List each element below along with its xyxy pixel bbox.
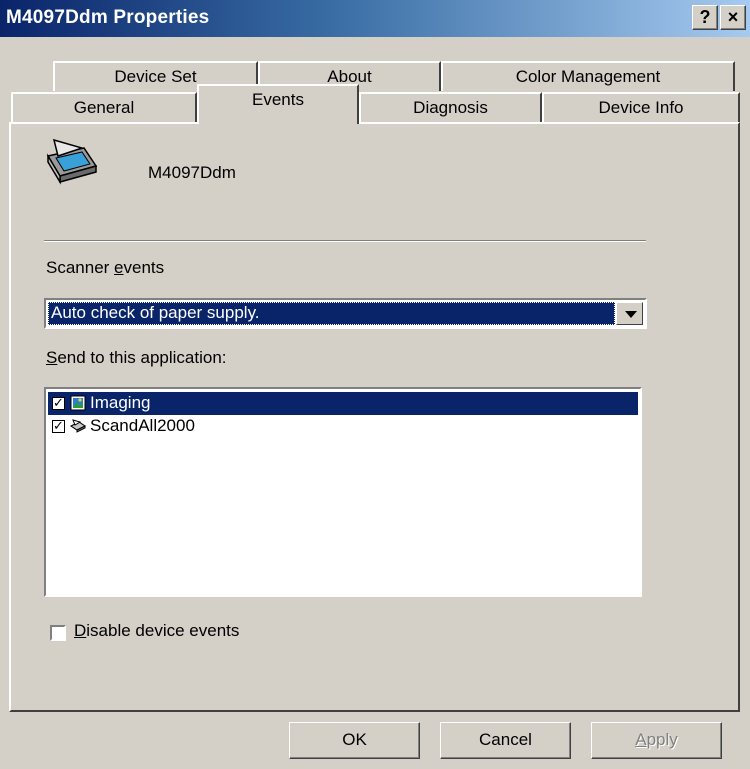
tab-general[interactable]: General [11,92,197,122]
scandall-checkbox[interactable] [52,416,65,438]
list-item[interactable]: Imaging [48,392,638,415]
send-to-label: Send to this application: [46,348,227,367]
disable-device-events-checkbox[interactable] [50,625,66,641]
tab-color-management[interactable]: Color Management [441,61,735,91]
title-bar[interactable]: M4097Ddm Properties ? × [0,0,750,37]
divider [44,240,646,242]
help-button[interactable]: ? [692,5,718,30]
ok-button[interactable]: OK [289,722,420,759]
scanner-events-selected[interactable]: Auto check of paper supply. [48,302,615,325]
tab-device-info[interactable]: Device Info [542,92,740,122]
scanner-events-dropdown[interactable]: Auto check of paper supply. [44,298,647,329]
tab-events[interactable]: Events [197,84,359,124]
properties-dialog: M4097Ddm Properties ? × Device Set About… [0,0,750,769]
application-list[interactable]: Imaging ScandAll2000 [44,387,642,597]
imaging-checkbox[interactable] [52,393,65,415]
window-title: M4097Ddm Properties [6,7,210,28]
scandall-app-icon [70,419,86,433]
app-name: Imaging [90,393,151,412]
scanner-icon [46,138,98,185]
tab-diagnosis[interactable]: Diagnosis [359,92,542,122]
scanner-events-label: Scanner events [46,258,165,277]
imaging-app-icon [70,395,86,411]
device-name: M4097Ddm [148,163,236,182]
disable-device-events-label[interactable]: Disable device events [74,621,239,641]
chevron-down-icon[interactable] [616,302,643,325]
cancel-button[interactable]: Cancel [440,722,571,759]
app-name: ScandAll2000 [90,416,195,435]
close-button[interactable]: × [720,5,746,30]
list-item[interactable]: ScandAll2000 [48,415,638,438]
apply-button[interactable]: Apply [591,722,722,759]
